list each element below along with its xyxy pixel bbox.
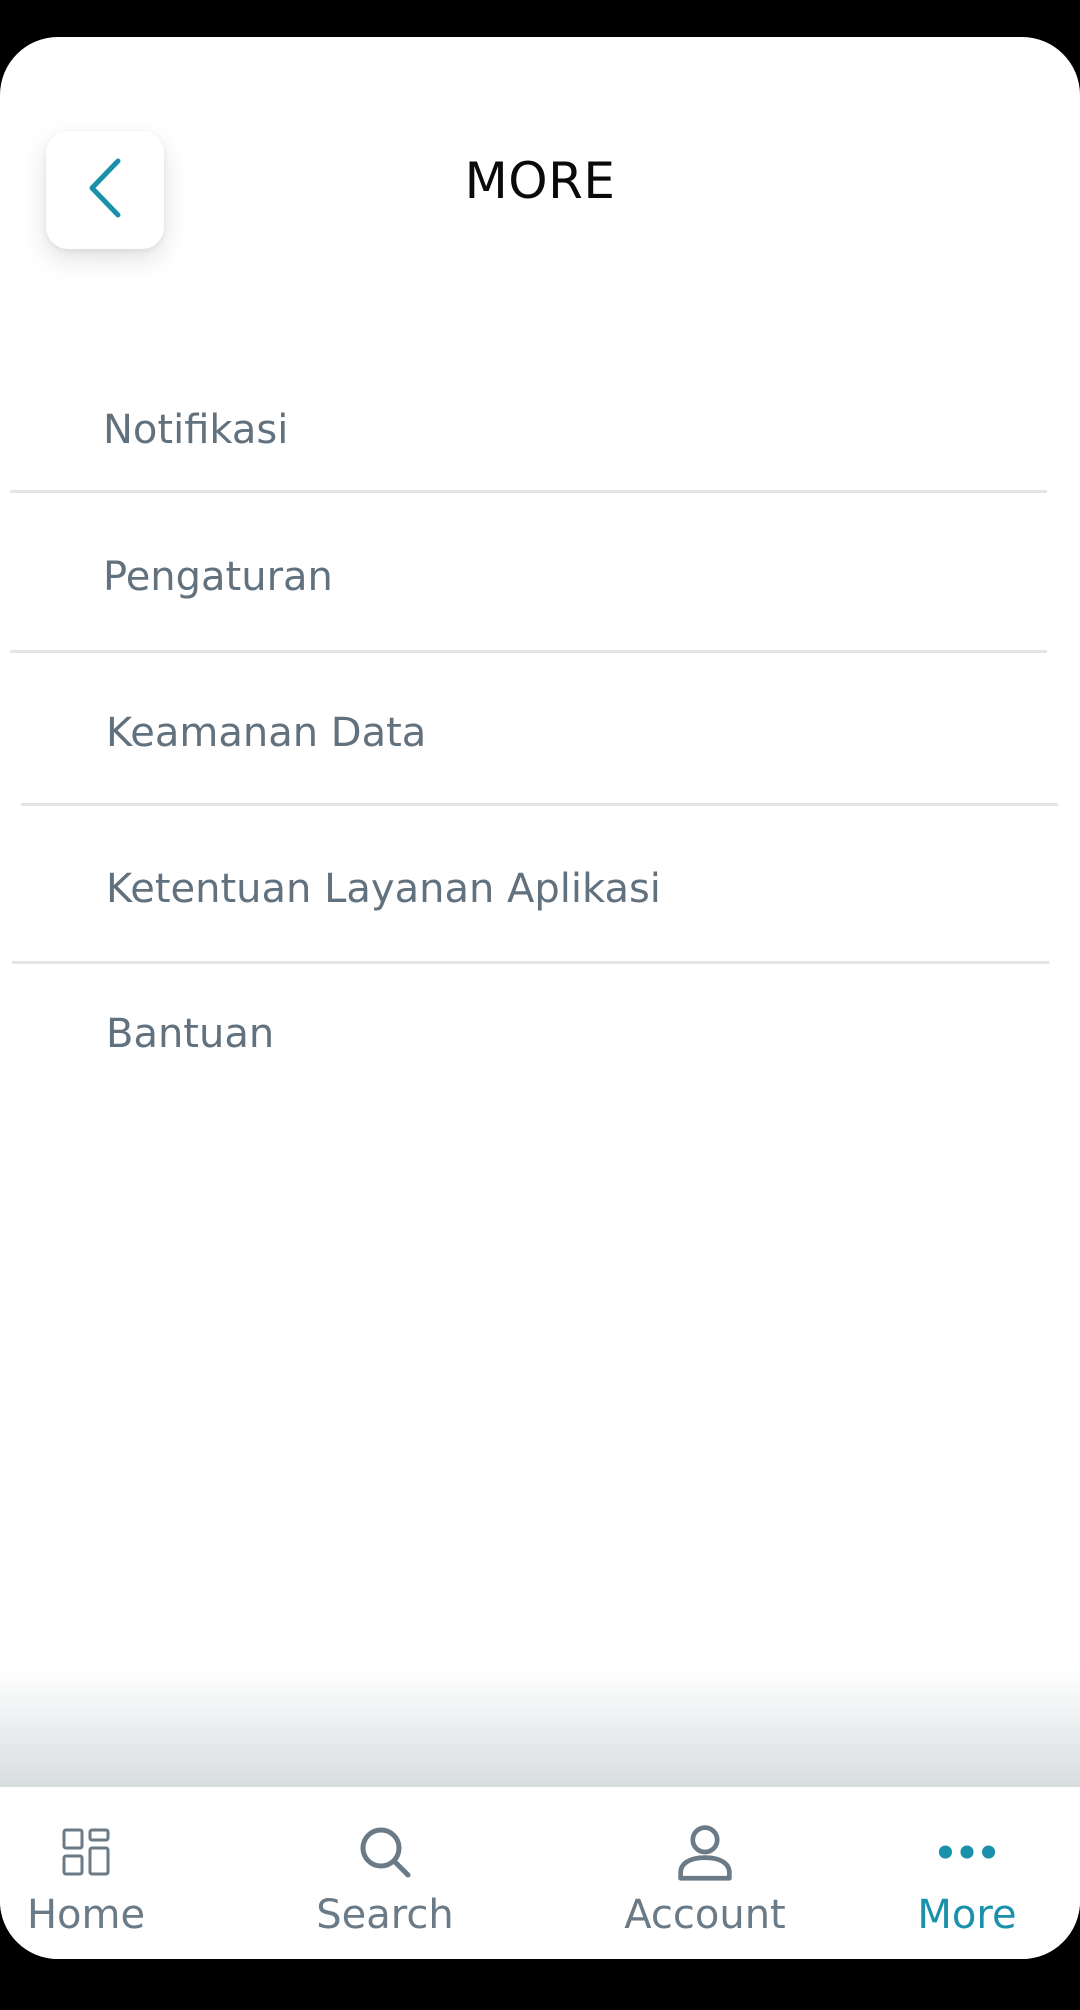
divider: [21, 803, 1058, 806]
tab-home[interactable]: Home: [25, 1787, 147, 1959]
menu-item-ketentuan-layanan[interactable]: Ketentuan Layanan Aplikasi: [106, 869, 661, 909]
screen: MORE Notifikasi Pengaturan Keamanan Data…: [0, 37, 1080, 1959]
divider: [10, 650, 1047, 653]
more-dots-icon: [937, 1822, 997, 1882]
divider: [10, 490, 1047, 493]
tab-more-label: More: [917, 1892, 1017, 1938]
tab-more[interactable]: More: [912, 1787, 1022, 1959]
divider: [12, 961, 1049, 964]
tab-account-label: Account: [624, 1892, 786, 1938]
menu-item-notifikasi[interactable]: Notifikasi: [103, 410, 288, 450]
tab-search[interactable]: Search: [310, 1787, 460, 1959]
menu-item-pengaturan[interactable]: Pengaturan: [103, 557, 333, 597]
tabbar-shadow: [0, 1667, 1080, 1787]
search-icon: [355, 1822, 415, 1882]
tab-account[interactable]: Account: [617, 1787, 793, 1959]
bottom-tab-bar: Home Search Account More: [0, 1787, 1080, 1959]
person-icon: [675, 1822, 735, 1882]
menu-item-keamanan-data[interactable]: Keamanan Data: [106, 713, 426, 753]
page-title: MORE: [464, 152, 616, 210]
tab-home-label: Home: [26, 1892, 146, 1938]
tab-search-label: Search: [316, 1892, 454, 1938]
grid-icon: [56, 1822, 116, 1882]
menu-item-bantuan[interactable]: Bantuan: [106, 1014, 274, 1054]
